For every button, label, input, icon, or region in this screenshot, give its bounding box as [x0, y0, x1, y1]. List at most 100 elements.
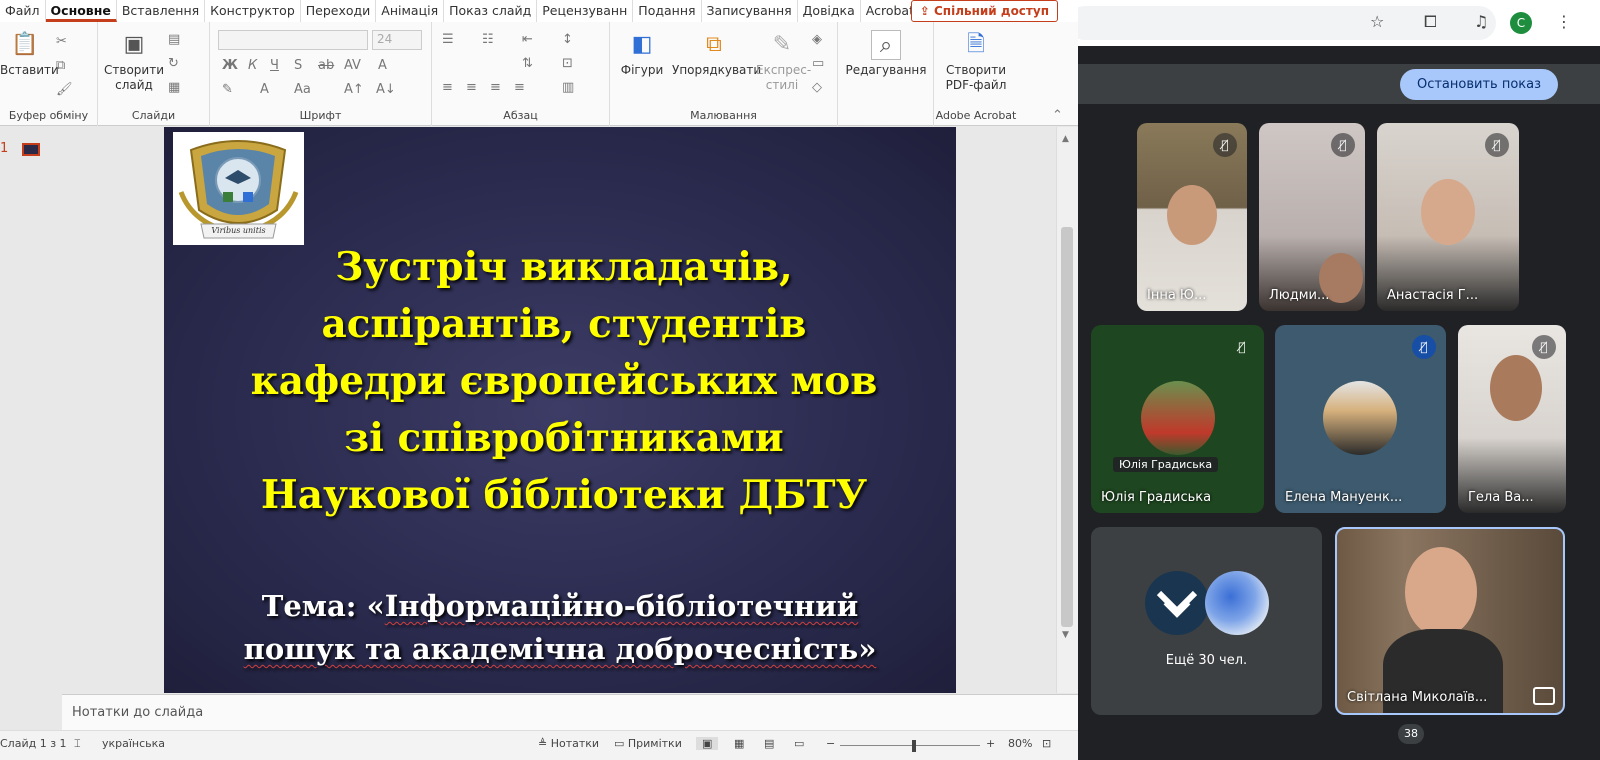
effects-icon[interactable]: ◇: [812, 80, 822, 96]
scroll-thumb[interactable]: [1061, 227, 1073, 627]
zoom-slider-thumb[interactable]: [912, 740, 916, 752]
vertical-scrollbar[interactable]: ▲ ▼: [1056, 127, 1078, 693]
tab-view[interactable]: Подання: [633, 0, 702, 22]
align-text-icon[interactable]: ⊡: [562, 56, 573, 72]
bullets-icon[interactable]: ☰: [442, 32, 454, 48]
share-button[interactable]: ⇪ Спільний доступ: [910, 0, 1058, 22]
language[interactable]: українська: [102, 737, 165, 750]
quick-styles-button[interactable]: ✎ Експрес-стилі: [756, 30, 811, 93]
line-spacing-icon[interactable]: ↕: [562, 32, 573, 48]
font-color-icon[interactable]: A: [260, 82, 269, 98]
reset-icon[interactable]: ↻: [168, 56, 179, 72]
grow-font-icon[interactable]: A↑: [344, 82, 364, 98]
indent-icon[interactable]: ⇤: [522, 32, 533, 48]
extensions-icon[interactable]: ⧠: [1424, 14, 1437, 30]
tab-record[interactable]: Записування: [702, 0, 798, 22]
reading-view-icon[interactable]: ▤: [764, 737, 774, 750]
justify-icon[interactable]: ≡: [514, 80, 525, 96]
editing-button[interactable]: ⌕ Редагування: [844, 30, 928, 78]
numbering-icon[interactable]: ☷: [482, 32, 494, 48]
profile-avatar[interactable]: C: [1510, 12, 1532, 34]
stop-presenting-button[interactable]: Остановить показ: [1400, 69, 1558, 100]
tab-slideshow[interactable]: Показ слайд: [444, 0, 538, 22]
fill-icon[interactable]: ◈: [812, 32, 822, 48]
shrink-font-icon[interactable]: A↓: [376, 82, 396, 98]
align-right-icon[interactable]: ≡: [490, 80, 501, 96]
columns-icon[interactable]: ▥: [562, 80, 574, 96]
bookmark-star-icon[interactable]: ☆: [1370, 14, 1384, 30]
participant-name: Гела Ва...: [1468, 490, 1534, 505]
slide-sorter-icon[interactable]: ▦: [734, 737, 744, 750]
clear-format-icon[interactable]: A: [378, 58, 387, 74]
format-painter-icon[interactable]: 🖌: [56, 82, 73, 98]
participant-tile[interactable]: Юлія Градиська 🎙̸ Юлія Градиська: [1091, 325, 1264, 513]
browser-menu-icon[interactable]: ⋮: [1556, 14, 1572, 30]
zoom-out-icon[interactable]: −: [826, 737, 835, 750]
tab-home[interactable]: Основне: [45, 0, 117, 22]
strike-icon[interactable]: ab: [318, 58, 334, 74]
cut-icon[interactable]: ✂: [56, 34, 67, 50]
scroll-up-icon[interactable]: ▲: [1062, 131, 1069, 147]
section-icon[interactable]: ▦: [168, 80, 180, 96]
font-name-box[interactable]: [218, 30, 368, 50]
participant-tile-self[interactable]: Світлана Миколаїв...: [1335, 527, 1565, 715]
group-label-acrobat: Adobe Acrobat: [935, 109, 1017, 122]
new-slide-button[interactable]: ▣ Створити слайд: [104, 30, 164, 93]
title-line-5: Наукової бібліотеки ДБТУ: [260, 472, 868, 518]
pin-icon[interactable]: [1533, 687, 1555, 705]
font-size-box[interactable]: 24: [372, 30, 422, 50]
highlight-icon[interactable]: ✎: [222, 82, 233, 98]
collapse-ribbon-icon[interactable]: ⌃: [1052, 108, 1063, 124]
slideshow-view-icon[interactable]: ▭: [794, 737, 804, 750]
align-center-icon[interactable]: ≡: [466, 80, 477, 96]
create-pdf-button[interactable]: 🗎 Створити PDF-файл: [938, 30, 1014, 93]
notes-pane[interactable]: Нотатки до слайда: [62, 694, 1078, 730]
participant-tile[interactable]: 🎙̸ Людми...: [1259, 123, 1365, 311]
participant-tile[interactable]: 🎙̸ Елена Мануенк...: [1275, 325, 1446, 513]
group-slides: ▣ Створити слайд ▤ ↻ ▦ Слайди: [98, 22, 210, 126]
tab-animations[interactable]: Анімація: [376, 0, 445, 22]
tab-review[interactable]: Рецензуванн: [537, 0, 634, 22]
tab-design[interactable]: Конструктор: [205, 0, 301, 22]
layout-icon[interactable]: ▤: [168, 32, 180, 48]
shadow-icon[interactable]: S: [294, 58, 302, 74]
text-direction-icon[interactable]: ⇅: [522, 56, 533, 72]
zoom-level[interactable]: 80%: [1008, 737, 1032, 750]
participant-tile[interactable]: 🎙̸ Інна Ю...: [1137, 123, 1247, 311]
underline-icon[interactable]: Ч: [270, 58, 279, 74]
paste-button[interactable]: 📋 Вставити: [0, 30, 59, 78]
slide-topic[interactable]: Тема: «Інформаційно-бібліотечний пошук т…: [174, 585, 946, 671]
zoom-in-icon[interactable]: +: [986, 737, 995, 750]
zoom-slider[interactable]: [840, 745, 980, 746]
others-tile[interactable]: Ещё 30 чел.: [1091, 527, 1322, 715]
tab-transitions[interactable]: Переходи: [301, 0, 377, 22]
slide-title[interactable]: Зустріч викладачів, аспірантів, студенті…: [214, 239, 914, 524]
slide-canvas[interactable]: Viribus unitis Зустріч викладачів, аспір…: [164, 127, 956, 693]
participant-tile[interactable]: 🎙̸ Анастасія Г...: [1377, 123, 1519, 311]
create-pdf-label: Створити PDF-файл: [945, 63, 1007, 92]
scroll-down-icon[interactable]: ▼: [1062, 627, 1069, 643]
participant-count-badge[interactable]: 38: [1398, 724, 1424, 744]
tab-insert[interactable]: Вставлення: [117, 0, 206, 22]
italic-icon[interactable]: К: [248, 58, 257, 74]
normal-view-icon[interactable]: ▣: [696, 737, 719, 750]
case-icon[interactable]: Aa: [294, 82, 311, 98]
editing-label: Редагування: [845, 63, 927, 77]
spacing-icon[interactable]: AV: [344, 58, 361, 74]
copy-icon[interactable]: ⧉: [56, 58, 65, 74]
tab-help[interactable]: Довідка: [798, 0, 861, 22]
media-controls-icon[interactable]: ♫: [1474, 14, 1488, 30]
accessibility-icon[interactable]: ⌶: [74, 737, 81, 751]
participant-tile[interactable]: 🎙̸ Гела Ва...: [1458, 325, 1566, 513]
notes-toggle-button[interactable]: ≜ Нотатки: [538, 737, 599, 750]
participant-video-face: [1490, 355, 1542, 421]
slide-thumbnail[interactable]: [22, 143, 40, 156]
bold-icon[interactable]: Ж: [222, 58, 238, 74]
outline-icon[interactable]: ▭: [812, 56, 824, 72]
comments-button[interactable]: ▭ Примітки: [614, 737, 682, 750]
align-left-icon[interactable]: ≡: [442, 80, 453, 96]
shapes-button[interactable]: ◧ Фігури: [616, 30, 668, 78]
tab-file[interactable]: Файл: [0, 0, 46, 22]
fit-slide-icon[interactable]: ⊡: [1042, 737, 1051, 750]
arrange-button[interactable]: ⧉ Упорядкувати: [672, 30, 761, 78]
